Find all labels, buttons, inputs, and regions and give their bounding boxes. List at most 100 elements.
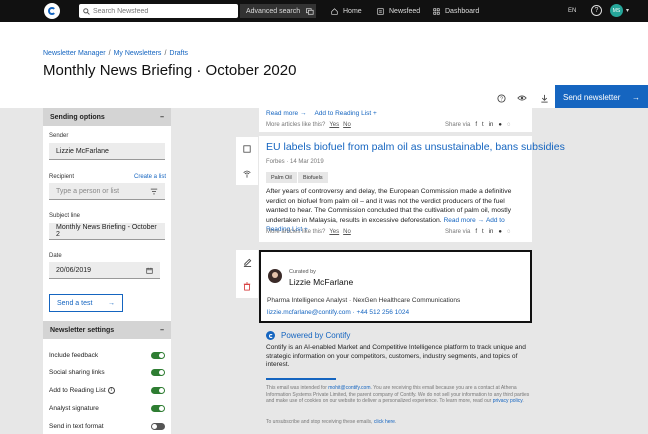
linkedin-icon[interactable]: in [489,229,494,235]
unsubscribe-line: To unsubscribe and stop receiving these … [266,419,396,425]
setting-analyst-signature: Analyst signature [49,403,165,413]
feedback-yes[interactable]: Yes [329,229,339,235]
fine-print-text: . [522,398,524,405]
sender-field[interactable]: Lizzie McFarlane [49,143,165,160]
select-checkbox-icon[interactable] [236,137,258,161]
reading-list-toggle[interactable] [151,386,165,394]
tag-biofuels[interactable]: Biofuels [298,172,328,183]
unsubscribe-link[interactable]: click here [374,419,395,425]
unsubscribe-text: . [394,419,397,425]
recipient-email-link[interactable]: mohit@contify.com [328,385,370,391]
top-navigation-bar: Advanced search Home Newsfeed Dashboard … [0,0,648,22]
send-newsletter-label: Send newsletter [563,92,621,102]
subject-value: Monthly News Briefing - October 2 [56,224,157,238]
search-icon [83,7,90,15]
chevron-down-icon[interactable]: ▾ [626,7,629,14]
setting-label: Send in text format [49,422,104,430]
article-title-link[interactable]: EU labels biofuel from palm oil as unsus… [266,141,565,153]
search-box[interactable] [79,4,238,18]
sender-label: Sender [49,133,69,139]
add-reading-list-link[interactable]: Add to Reading List + [314,110,376,117]
send-test-button[interactable]: Send a test → [49,294,123,312]
nav-home[interactable]: Home [331,4,362,18]
create-list-link[interactable]: Create a list [134,174,166,180]
newsfeed-icon [377,7,384,15]
nav-home-label: Home [343,7,362,15]
page-title: Monthly News Briefing · October 2020 [43,62,297,79]
contify-logo-icon [266,331,275,340]
send-test-label: Send a test [57,299,93,307]
more-share-icon[interactable]: ◌ [507,122,511,128]
facebook-icon[interactable]: f [475,122,477,128]
sending-options-header[interactable]: Sending options – [43,108,171,126]
wechat-icon[interactable]: ● [498,229,502,235]
delete-trash-icon[interactable] [236,274,258,298]
breadcrumb-drafts[interactable]: Drafts [169,50,188,57]
curated-side-tools [236,250,258,298]
search-input[interactable] [93,7,233,15]
recipient-placeholder: Type a person or list [56,187,120,195]
feedback-no[interactable]: No [343,229,351,235]
help-icon[interactable]: ? [591,5,602,16]
arrow-right-icon: → [108,299,115,307]
setting-label: Include feedback [49,351,99,359]
social-sharing-toggle[interactable] [151,368,165,376]
privacy-policy-link[interactable]: privacy policy [493,398,523,404]
user-avatar[interactable]: MS [610,4,623,17]
preview-eye-icon[interactable] [516,92,528,104]
filter-icon [306,7,314,15]
recipient-field[interactable]: Type a person or list [49,183,165,200]
setting-send-text-format: Send in text format [49,421,165,431]
edit-pencil-icon[interactable] [236,250,258,274]
newsletter-settings-title: Newsletter settings [50,326,115,334]
newsletter-settings-header[interactable]: Newsletter settings – [43,321,171,339]
advanced-search-button[interactable]: Advanced search [240,4,316,18]
home-icon [331,7,338,15]
language-selector[interactable]: EN [568,4,576,18]
read-more-link[interactable]: Read more → [266,110,306,117]
arrow-right-icon: → [632,92,640,102]
twitter-icon[interactable]: t [482,229,484,235]
breadcrumb-newsletter-manager[interactable]: Newsletter Manager [43,50,106,57]
linkedin-icon[interactable]: in [489,122,494,128]
feedback-no[interactable]: No [343,122,351,128]
signal-icon[interactable] [236,161,258,185]
contify-logo-icon[interactable] [44,3,60,19]
send-newsletter-button[interactable]: Send newsletter → [555,85,648,109]
curator-contact[interactable]: lizzie.mcfarlane@contify.com · +44 512 2… [267,309,409,316]
tag-palm-oil[interactable]: Palm Oil [266,172,297,183]
collapse-icon[interactable]: – [160,327,164,334]
subject-field[interactable]: Monthly News Briefing - October 2 [49,223,165,240]
feedback-yes[interactable]: Yes [329,122,339,128]
more-share-icon[interactable]: ◌ [507,229,511,235]
wechat-icon[interactable]: ● [498,122,502,128]
breadcrumb-separator: / [108,50,111,57]
help-circle-icon[interactable]: ? [495,92,507,104]
recipient-label: Recipient [49,174,75,180]
powered-by-text: Powered by Contify [281,331,351,340]
collapse-icon[interactable]: – [160,114,164,121]
breadcrumb-my-newsletters[interactable]: My Newsletters [114,50,162,57]
breadcrumb-separator: / [164,50,167,57]
twitter-icon[interactable]: t [482,122,484,128]
include-feedback-toggle[interactable] [151,351,165,359]
setting-label: Analyst signature [49,404,99,412]
share-via-label: Share via [445,229,471,235]
nav-newsfeed[interactable]: Newsfeed [377,4,420,18]
date-field[interactable]: 20/06/2019 [49,262,160,279]
nav-newsfeed-label: Newsfeed [389,7,421,15]
analyst-signature-toggle[interactable] [151,404,165,412]
nav-dashboard[interactable]: Dashboard [433,4,479,18]
info-icon[interactable]: i [107,386,115,394]
facebook-icon[interactable]: f [475,229,477,235]
advanced-search-label: Advanced search [246,7,301,15]
calendar-icon[interactable] [146,267,153,274]
download-icon[interactable] [538,92,550,104]
filter-list-icon[interactable] [150,188,158,195]
previous-article-actions: Read more → Add to Reading List + [266,110,377,117]
read-more-link[interactable]: Read more → [444,217,484,224]
curated-by-block[interactable]: Curated by Lizzie McFarlane Pharma Intel… [259,250,532,323]
sender-value: Lizzie McFarlane [56,147,109,155]
text-format-toggle[interactable] [151,422,165,430]
fine-print-text: This email was intended for [266,385,329,391]
